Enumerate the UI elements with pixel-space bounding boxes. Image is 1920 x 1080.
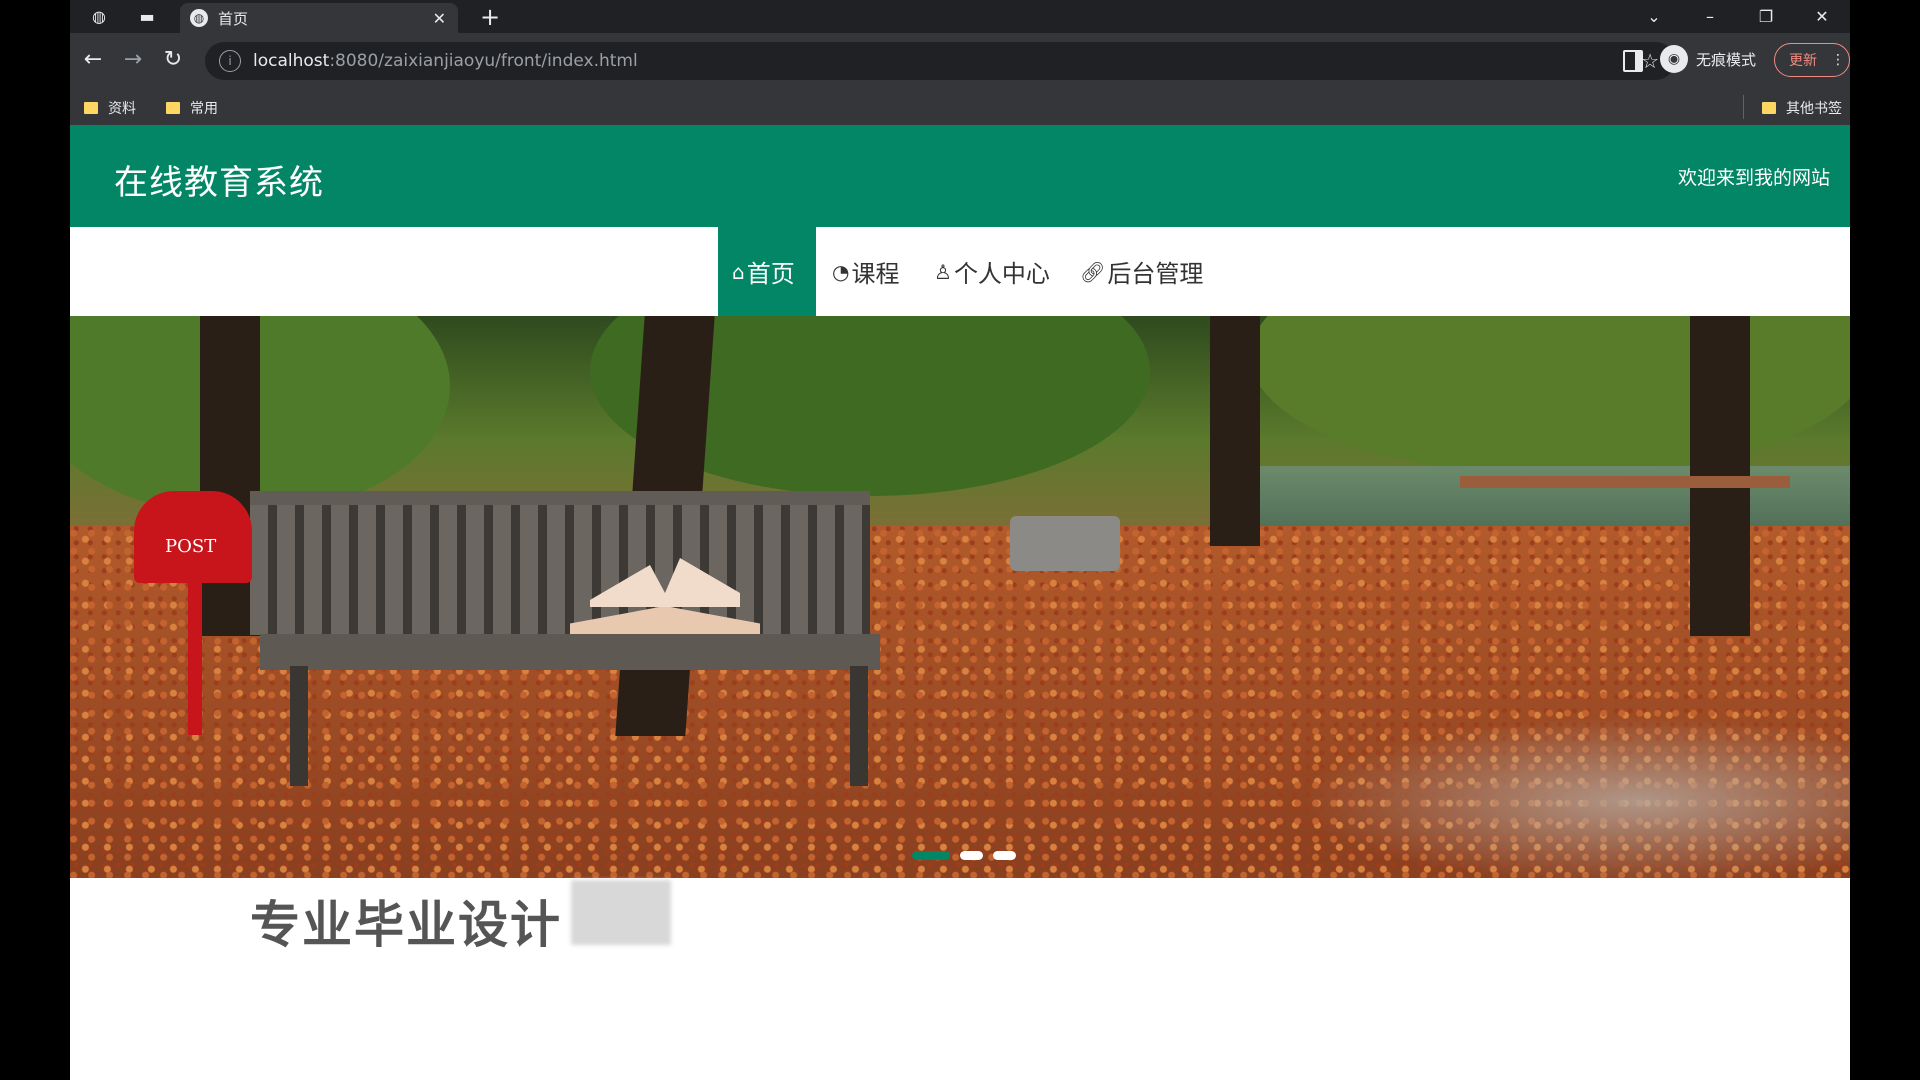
nav-label: 首页: [746, 260, 795, 288]
tree-canopy: [70, 316, 450, 516]
tab-search-icon[interactable]: ▬: [136, 6, 158, 26]
update-label: 更新: [1789, 53, 1817, 69]
hero-carousel[interactable]: POST: [70, 316, 1850, 878]
stone: [1010, 516, 1120, 571]
course-icon: ◔: [832, 259, 850, 284]
nav-label: 课程: [851, 260, 900, 288]
tab-favicon-icon: ◍: [190, 9, 208, 27]
nav-item-admin[interactable]: 🔗︎ 后台管理: [1080, 227, 1203, 316]
tree-trunk: [1210, 316, 1260, 546]
tab-list-icon[interactable]: ⌄: [1626, 7, 1682, 26]
site-header: 在线教育系统 欢迎来到我的网站: [70, 125, 1850, 227]
bench-seat: [260, 634, 880, 670]
profile-label: 无痕模式: [1696, 50, 1757, 69]
user-icon: ♙: [934, 259, 952, 284]
main-nav: ⌂ 首页 ◔ 课程 ♙ 个人中心 🔗︎ 后台管理: [70, 227, 1850, 316]
distant-bench: [1460, 476, 1790, 488]
nav-label: 后台管理: [1107, 260, 1204, 288]
carousel-indicators: [912, 851, 1016, 860]
bookmark-star-icon[interactable]: ☆: [1641, 49, 1659, 73]
carousel-dot-2[interactable]: [960, 851, 983, 860]
tab-close-icon[interactable]: ✕: [433, 9, 446, 28]
other-bookmarks[interactable]: 其他书签: [1762, 98, 1842, 118]
globe-icon[interactable]: ◍: [88, 6, 110, 26]
side-panel-icon[interactable]: [1623, 50, 1643, 72]
address-bar[interactable]: i localhost:8080/zaixianjiaoyu/front/ind…: [205, 42, 1675, 80]
link-icon: 🔗︎: [1080, 259, 1106, 284]
home-icon: ⌂: [732, 259, 745, 284]
folder-icon: [1762, 102, 1776, 114]
nav-label: 个人中心: [953, 260, 1050, 288]
url-host: localhost: [253, 51, 330, 71]
other-bookmarks-label: 其他书签: [1786, 101, 1842, 117]
incognito-icon: ◉: [1660, 45, 1688, 73]
bookmark-divider: [1743, 95, 1744, 119]
new-tab-icon[interactable]: +: [480, 3, 500, 31]
bench-back: [250, 491, 870, 635]
tab-title: 首页: [218, 9, 249, 28]
section-title: 专业毕业设计: [250, 896, 562, 954]
nav-item-profile[interactable]: ♙ 个人中心: [934, 227, 1050, 316]
tab-bar: ◍ ▬ ◍ 首页 ✕ + ⌄ – ❐ ✕: [70, 0, 1850, 33]
close-window-icon[interactable]: ✕: [1794, 7, 1850, 26]
nav-item-course[interactable]: ◔ 课程: [832, 227, 899, 316]
window-controls: ⌄ – ❐ ✕: [1626, 0, 1850, 33]
reload-icon[interactable]: ↻: [158, 47, 188, 72]
welcome-text: 欢迎来到我的网站: [1677, 167, 1830, 189]
folder-icon: [84, 102, 98, 114]
menu-icon[interactable]: ⋮: [1831, 52, 1845, 68]
bench-leg: [850, 666, 868, 786]
redacted-block: [571, 880, 671, 945]
forward-icon[interactable]: →: [118, 47, 148, 72]
tree-canopy: [1250, 316, 1850, 476]
bookmark-label: 常用: [190, 101, 218, 117]
folder-icon: [166, 102, 180, 114]
bench-leg: [290, 666, 308, 786]
path: [1300, 716, 1850, 878]
bookmark-folder-1[interactable]: 资料: [84, 98, 136, 118]
browser-window: ◍ ▬ ◍ 首页 ✕ + ⌄ – ❐ ✕ ← → ↻ i localhost:8…: [70, 0, 1850, 1080]
mailbox-post: [188, 583, 202, 735]
browser-toolbar: ← → ↻ i localhost:8080/zaixianjiaoyu/fro…: [70, 33, 1850, 89]
site-info-icon[interactable]: i: [219, 50, 241, 72]
bookmark-folder-2[interactable]: 常用: [166, 98, 218, 118]
nav-item-home[interactable]: ⌂ 首页: [718, 227, 816, 316]
site-title: 在线教育系统: [114, 163, 324, 203]
bookmarks-bar: 资料 常用 其他书签: [70, 89, 1850, 126]
bookmark-label: 资料: [108, 101, 136, 117]
carousel-dot-1[interactable]: [912, 851, 950, 860]
url-path: :8080/zaixianjiaoyu/front/index.html: [329, 51, 638, 71]
restore-icon[interactable]: ❐: [1738, 7, 1794, 26]
mailbox-label: POST: [165, 536, 217, 557]
tab-home[interactable]: ◍ 首页 ✕: [180, 3, 458, 33]
back-icon[interactable]: ←: [78, 47, 108, 72]
minimize-icon[interactable]: –: [1682, 7, 1738, 26]
profile-button[interactable]: ◉ 无痕模式: [1660, 45, 1756, 73]
carousel-dot-3[interactable]: [993, 851, 1016, 860]
update-button[interactable]: 更新 ⋮: [1774, 43, 1850, 77]
